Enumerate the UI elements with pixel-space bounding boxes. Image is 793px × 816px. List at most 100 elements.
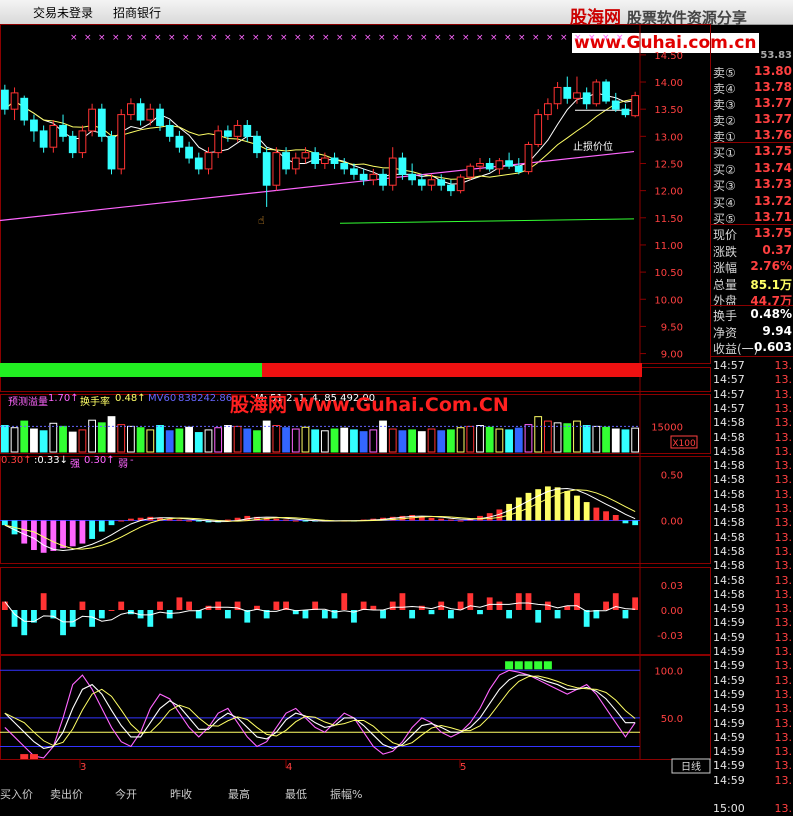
osc-bar <box>215 601 222 610</box>
volume-bar <box>97 422 106 453</box>
candle-body <box>427 179 436 186</box>
macd-bar <box>593 507 600 521</box>
top-marker: × <box>616 33 624 43</box>
volume-bar <box>330 428 339 453</box>
macd-bar <box>60 520 66 549</box>
tick-row: 14:59 13. <box>711 645 793 659</box>
osc-bar <box>380 610 386 619</box>
candle-body <box>602 81 610 102</box>
tick-row: 14:59 13. <box>711 688 793 702</box>
volume-bar <box>320 430 329 453</box>
bid-row-value: 13.73 <box>754 177 792 191</box>
macd-bar <box>448 519 454 521</box>
tick-row: 14:58 13. <box>711 488 793 502</box>
stat2-row[interactable]: 收益(一) 0.603 <box>711 340 793 357</box>
bid-row[interactable]: 买④ 13.72 <box>711 194 793 211</box>
volume-bar <box>88 419 97 453</box>
ask-row[interactable]: 卖④ 13.78 <box>711 80 793 97</box>
candle-body <box>388 157 397 186</box>
volume-bar <box>136 427 145 453</box>
tick-row: 14:58 13. <box>711 516 793 530</box>
tick-price: 13. <box>774 444 793 458</box>
ask-row-label: 卖⑤ <box>713 66 736 80</box>
tick-row: 15:00 13. <box>711 802 793 816</box>
stat-row[interactable]: 涨跌 0.37 <box>711 243 793 260</box>
top-marker: × <box>588 33 596 43</box>
volume-bar <box>573 420 581 453</box>
tick-row: 14:59 13. <box>711 602 793 616</box>
osc-bar <box>157 601 163 610</box>
macd-bar <box>622 520 629 524</box>
volume-bar <box>408 429 417 453</box>
bid-row[interactable]: 买① 13.75 <box>711 144 793 161</box>
bid-row[interactable]: 买③ 13.73 <box>711 177 793 194</box>
ask-row[interactable]: 卖② 13.77 <box>711 112 793 129</box>
top-marker: × <box>392 33 400 43</box>
stat-row[interactable]: 现价 13.75 <box>711 226 793 243</box>
candle-body <box>611 100 620 110</box>
top-marker: × <box>476 33 484 43</box>
stop-price-label: 止损价位 <box>573 142 613 153</box>
volume-bar <box>223 425 232 453</box>
ask-row-label: 卖④ <box>713 82 736 96</box>
tick-price: 13. <box>774 616 793 630</box>
turnover-label: 换手率 <box>80 397 110 408</box>
tick-time: 14:59 <box>713 759 745 773</box>
macd-tick-label: 0.00 <box>661 517 683 528</box>
tick-price: 13. <box>774 516 793 530</box>
candle-body <box>97 108 106 137</box>
osc-bar <box>21 610 28 636</box>
candle-body <box>223 130 232 137</box>
stat-row[interactable]: 涨幅 2.76% <box>711 259 793 276</box>
price-tick-label: 14.00 <box>654 78 683 89</box>
stat2-row[interactable]: 换手 0.48% <box>711 307 793 324</box>
stat-row[interactable]: 总量 85.1万 <box>711 276 793 293</box>
candle-body <box>514 165 523 173</box>
top-marker: × <box>490 33 498 43</box>
candle-body <box>563 86 572 99</box>
macd-v2: :0.33↓ <box>34 455 69 466</box>
kdj-top-marker <box>524 661 533 670</box>
tick-time: 14:58 <box>713 530 745 544</box>
tick-price: 13. <box>774 673 793 687</box>
macd-bar <box>506 503 512 521</box>
volume-bar <box>272 425 281 453</box>
candle-body <box>282 152 290 170</box>
macd-bar <box>98 520 105 532</box>
panel-border <box>0 456 711 564</box>
tick-time: 14:58 <box>713 430 745 444</box>
stat2-row[interactable]: 净资 9.94 <box>711 324 793 341</box>
osc-bar <box>341 593 348 610</box>
macd-bar <box>50 520 57 551</box>
osc-bar <box>40 593 47 610</box>
candle-body <box>214 130 223 154</box>
stat2-row-value: 0.48% <box>750 307 792 321</box>
top-marker: × <box>420 33 428 43</box>
macd-bar <box>612 514 619 521</box>
price-tick-label: 14.50 <box>654 51 683 62</box>
osc-bar <box>60 610 66 636</box>
tick-price: 13. <box>774 745 793 759</box>
candle-body <box>524 143 533 173</box>
top-marker: × <box>308 33 316 43</box>
top-marker: × <box>504 33 512 43</box>
tick-price: 13. <box>774 459 793 473</box>
bid-row[interactable]: 买② 13.74 <box>711 161 793 178</box>
osc-bar <box>321 610 328 619</box>
ask-row[interactable]: 卖③ 13.77 <box>711 96 793 113</box>
kdj-top-marker <box>505 661 514 670</box>
top-marker: × <box>210 33 218 43</box>
candle-body <box>495 160 504 170</box>
volume-bar <box>214 427 223 453</box>
osc-bar <box>79 601 86 610</box>
stat-row-value: 85.1万 <box>750 277 792 292</box>
tick-row: 14:58 13. <box>711 416 793 430</box>
candle-body <box>39 130 48 148</box>
stat-row-label: 现价 <box>713 228 738 242</box>
tick-time: 14:59 <box>713 645 745 658</box>
macd-bar <box>457 520 464 522</box>
price-tick-label: 9.00 <box>661 350 683 361</box>
osc-bar <box>69 610 76 627</box>
ask-row[interactable]: 卖⑤ 13.80 <box>711 64 793 81</box>
candle-body <box>350 168 358 175</box>
